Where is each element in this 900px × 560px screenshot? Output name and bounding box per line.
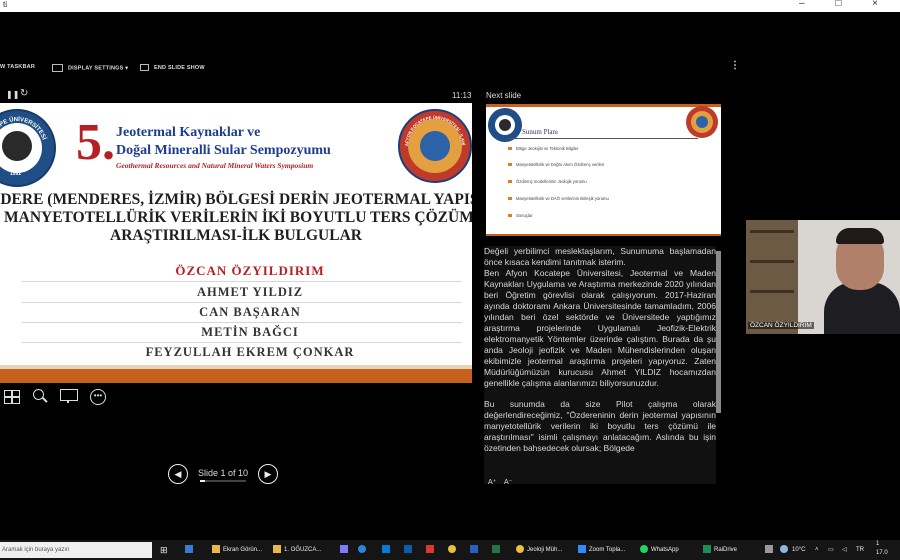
previous-slide-icon[interactable]: ◀: [168, 464, 188, 484]
window-title-bar: ti – □ ×: [0, 0, 900, 12]
app-icon[interactable]: [358, 542, 369, 558]
taskbar-app-button[interactable]: 1. OĞUZCA...: [273, 542, 333, 558]
app-icon[interactable]: [404, 542, 415, 558]
next-slide-item: Manyetotellürik ve Doğru Akım Özdirenç v…: [508, 162, 604, 167]
svg-text:AFYON KOCATEPE ÜNİVERSİTESİ ·: AFYON KOCATEPE ÜNİVERSİTESİ · İLAHİYAT F…: [400, 111, 466, 146]
event-title-english: Geothermal Resources and Natural Mineral…: [116, 161, 314, 170]
taskbar-app-button[interactable]: Jeoloji Müh...: [516, 542, 574, 558]
author-2: AHMET YILDIZ: [196, 285, 304, 299]
thumb-rule: [508, 138, 698, 139]
author-1: ÖZCAN ÖZYILDIRIM: [175, 263, 325, 278]
next-slide-label: Next slide: [486, 91, 522, 100]
black-screen-icon[interactable]: [60, 389, 78, 404]
slide-progress: [200, 480, 246, 482]
decrease-font-button[interactable]: A⁻: [504, 478, 512, 486]
seal-left-lettering: KOCATEPE ÜNİVERSİTESİ: [0, 116, 48, 148]
next-slide-item: Özdirenç modellerinin Jeolojik yorumu: [508, 179, 587, 184]
slide-title-line3: ARAŞTIRILMASI-İLK BULGULAR: [110, 227, 362, 244]
more-slide-options-icon[interactable]: •••: [90, 389, 106, 405]
presenter-toolbar: W TASKBAR DISPLAY SETTINGS ▾ END SLIDE S…: [0, 58, 900, 80]
author-4: METİN BAĞCI: [201, 325, 299, 339]
author-divider: [22, 302, 462, 303]
thumb-stripe: [486, 104, 721, 107]
next-slide-preview[interactable]: Sunum Planı Bölge Jeolojisi ve Tektonik …: [486, 104, 721, 236]
speaker-notes[interactable]: Değeli yerbilimci meslektaşlarım, Sunumu…: [484, 246, 716, 484]
window-title: ti: [3, 0, 7, 9]
display-settings-button[interactable]: DISPLAY SETTINGS ▾: [52, 64, 128, 72]
clock[interactable]: 1 17.0: [876, 540, 888, 556]
app-icon[interactable]: [426, 542, 437, 558]
notes-scrollbar[interactable]: [716, 251, 721, 413]
show-taskbar-button[interactable]: W TASKBAR: [0, 64, 35, 70]
network-icon[interactable]: ▭: [828, 542, 834, 558]
weather-icon[interactable]: [780, 542, 791, 558]
thumb-seal-right: [686, 106, 718, 138]
next-slide-heading: Sunum Planı: [522, 128, 558, 136]
zoom-magnifier-icon[interactable]: [32, 388, 48, 404]
event-title-line1: Jeotermal Kaynaklar ve: [116, 125, 261, 140]
seal-year: 1992: [10, 171, 22, 177]
slide-counter: Slide 1 of 10: [198, 468, 249, 478]
app-icon[interactable]: [448, 542, 459, 558]
next-slide-icon[interactable]: ▶: [258, 464, 278, 484]
slide-stripe-orange: [0, 369, 472, 383]
volume-icon[interactable]: ◁: [842, 542, 847, 558]
tray-chevron-icon[interactable]: ˄: [815, 542, 819, 558]
thumb-stripe-bottom: [486, 234, 721, 236]
university-seal-left: KOCATEPE ÜNİVERSİTESİ 1992: [0, 109, 56, 187]
app-icon[interactable]: [492, 542, 503, 558]
monitor-icon: [52, 64, 63, 72]
next-slide-item: Sonuçlar: [508, 213, 533, 218]
notes-paragraph: Değeli yerbilimci meslektaşlarım, Sunumu…: [484, 246, 716, 388]
reset-timer-icon[interactable]: ↻: [20, 88, 28, 99]
notes-paragraph: Bu sunumda da size Pilot çalışma olarak …: [484, 399, 716, 453]
window-controls[interactable]: – □ ×: [799, 0, 892, 9]
app-icon[interactable]: [340, 542, 351, 558]
person-hair: [836, 228, 884, 244]
event-title-line2: Doğal Mineralli Sular Sempozyumu: [116, 143, 331, 158]
taskbar-app-button[interactable]: Zoom Topla...: [578, 542, 636, 558]
author-5: FEYZULLAH EKREM ÇONKAR: [145, 345, 355, 359]
pause-icon[interactable]: ❚❚: [6, 90, 19, 99]
author-3: CAN BAŞARAN: [199, 305, 301, 319]
slide-title-line1: ZDERE (MENDERES, İZMİR) BÖLGESİ DERİN JE…: [0, 191, 472, 208]
next-slide-item: Bölge Jeolojisi ve Tektonik Bilgiler: [508, 146, 579, 151]
more-options-button[interactable]: ⋮: [730, 60, 740, 71]
next-slide-item: Manyetotellürik ve DAÖ verilerinin Birle…: [508, 196, 609, 201]
taskbar-app-button[interactable]: Ekran Görün...: [212, 542, 270, 558]
participant-video[interactable]: ÖZCAN ÖZYILDIRIM: [746, 220, 900, 334]
temperature: 10°C: [792, 547, 806, 553]
author-divider: [22, 281, 462, 282]
app-icon[interactable]: [765, 542, 776, 558]
see-all-slides-icon[interactable]: [4, 390, 20, 404]
task-view-icon[interactable]: ⊞: [160, 542, 168, 558]
timer: 11:13: [452, 91, 472, 100]
app-icon[interactable]: [382, 542, 393, 558]
app-icon[interactable]: [185, 542, 196, 558]
svg-text:KOCATEPE ÜNİVERSİTESİ: KOCATEPE ÜNİVERSİTESİ: [0, 116, 48, 148]
app-icon[interactable]: [470, 542, 481, 558]
participant-name: ÖZCAN ÖZYILDIRIM: [748, 322, 814, 329]
end-show-icon: [140, 64, 149, 71]
bookshelf: [746, 220, 798, 334]
taskbar-app-button[interactable]: WhatsApp: [640, 542, 696, 558]
current-slide: KOCATEPE ÜNİVERSİTESİ 1992 5. Jeotermal …: [0, 103, 472, 383]
university-seal-right: AFYON KOCATEPE ÜNİVERSİTESİ · İLAHİYAT F…: [398, 109, 472, 183]
event-number-logo: 5.: [76, 114, 115, 171]
taskbar-app-button[interactable]: RaiDrive: [703, 542, 753, 558]
increase-font-button[interactable]: A⁺: [488, 478, 496, 486]
language-icon[interactable]: TR: [856, 542, 864, 558]
author-divider: [22, 342, 462, 343]
thumb-seal-left: [488, 108, 522, 142]
windows-taskbar: Aramak için buraya yazın ⊞ Ekran Görün..…: [0, 540, 900, 560]
seal-right-lettering: AFYON KOCATEPE ÜNİVERSİTESİ · İLAHİYAT F…: [400, 111, 466, 146]
end-slide-show-button[interactable]: END SLIDE SHOW: [140, 64, 205, 71]
slide-title-line2: MANYETOTELLÜRİK VERİLERİN İKİ BOYUTLU TE…: [4, 209, 472, 226]
taskbar-search-box[interactable]: Aramak için buraya yazın: [0, 542, 152, 558]
author-divider: [22, 322, 462, 323]
